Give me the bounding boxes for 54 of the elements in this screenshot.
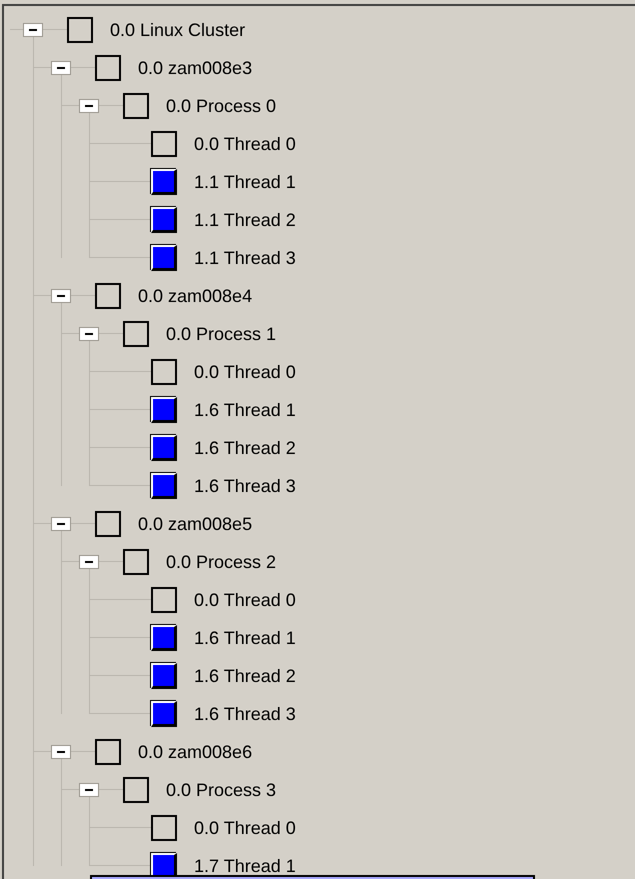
node-label[interactable]: 0.0 zam008e4 bbox=[138, 286, 252, 306]
node-label[interactable]: 0.0 Thread 0 bbox=[194, 362, 296, 382]
status-square bbox=[67, 17, 93, 43]
status-square bbox=[95, 55, 121, 81]
minus-icon bbox=[84, 330, 94, 338]
node-label[interactable]: 1.7 Thread 1 bbox=[194, 856, 296, 876]
node-label[interactable]: 0.0 Thread 0 bbox=[194, 134, 296, 154]
collapse-button[interactable] bbox=[51, 745, 71, 759]
node-label[interactable]: 0.0 zam008e3 bbox=[138, 58, 252, 78]
minus-icon bbox=[56, 64, 66, 72]
collapse-button[interactable] bbox=[51, 61, 71, 75]
minus-icon bbox=[84, 558, 94, 566]
collapse-button[interactable] bbox=[51, 289, 71, 303]
status-square bbox=[123, 93, 149, 119]
node-label[interactable]: 1.6 Thread 3 bbox=[194, 704, 296, 724]
status-square bbox=[95, 739, 121, 765]
node-label[interactable]: 1.1 Thread 1 bbox=[194, 172, 296, 192]
node-label[interactable]: 0.0 Thread 0 bbox=[194, 818, 296, 838]
status-square bbox=[123, 549, 149, 575]
minus-icon bbox=[56, 292, 66, 300]
node-label[interactable]: 1.6 Thread 2 bbox=[194, 666, 296, 686]
status-square bbox=[151, 131, 177, 157]
collapse-button[interactable] bbox=[51, 517, 71, 531]
node-label[interactable]: 0.0 Process 0 bbox=[166, 96, 276, 116]
node-label[interactable]: 1.6 Thread 2 bbox=[194, 438, 296, 458]
node-label[interactable]: 0.0 Process 1 bbox=[166, 324, 276, 344]
minus-icon bbox=[84, 102, 94, 110]
node-label[interactable]: 0.0 Thread 0 bbox=[194, 590, 296, 610]
status-square bbox=[151, 815, 177, 841]
status-square bbox=[151, 587, 177, 613]
collapse-button[interactable] bbox=[23, 23, 43, 37]
node-label[interactable]: 0.0 zam008e6 bbox=[138, 742, 252, 762]
node-label[interactable]: 0.0 zam008e5 bbox=[138, 514, 252, 534]
status-square bbox=[123, 777, 149, 803]
collapse-button[interactable] bbox=[79, 99, 99, 113]
collapse-button[interactable] bbox=[79, 327, 99, 341]
node-label[interactable]: 0.0 Process 2 bbox=[166, 552, 276, 572]
node-label[interactable]: 1.6 Thread 3 bbox=[194, 476, 296, 496]
status-square bbox=[151, 359, 177, 385]
minus-icon bbox=[84, 786, 94, 794]
node-label[interactable]: 1.1 Thread 2 bbox=[194, 210, 296, 230]
node-label[interactable]: 1.1 Thread 3 bbox=[194, 248, 296, 268]
minus-icon bbox=[28, 26, 38, 34]
status-square bbox=[95, 511, 121, 537]
status-square bbox=[95, 283, 121, 309]
minus-icon bbox=[56, 520, 66, 528]
node-label[interactable]: 1.6 Thread 1 bbox=[194, 628, 296, 648]
status-square bbox=[123, 321, 149, 347]
minus-icon bbox=[56, 748, 66, 756]
node-label[interactable]: 0.0 Linux Cluster bbox=[110, 20, 246, 40]
collapse-button[interactable] bbox=[79, 783, 99, 797]
node-label[interactable]: 0.0 Process 3 bbox=[166, 780, 276, 800]
node-label[interactable]: 1.6 Thread 1 bbox=[194, 400, 296, 420]
collapse-button[interactable] bbox=[79, 555, 99, 569]
